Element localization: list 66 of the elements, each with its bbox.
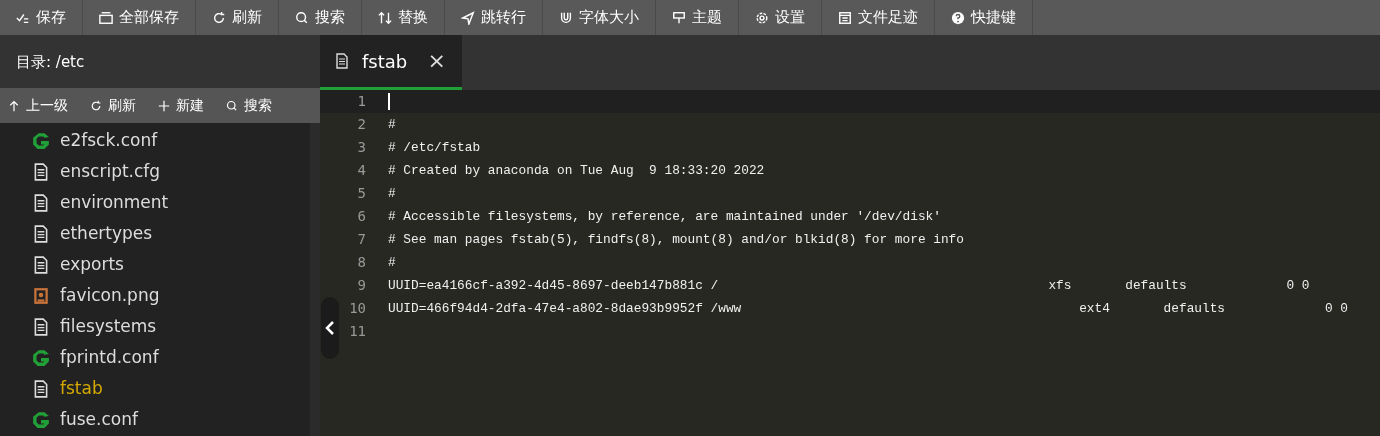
- config-file-icon: [32, 410, 50, 429]
- file-item[interactable]: fstab: [0, 373, 310, 404]
- code-line: # Accessible filesystems, by reference, are maintained under '/dev/disk': [388, 208, 941, 224]
- code-line: # Created by anaconda on Tue Aug 9 18:33:20 2022: [388, 162, 765, 178]
- line-number: 10: [349, 299, 366, 316]
- navigation-arrow-icon: [461, 10, 475, 25]
- line-number: 9: [357, 276, 366, 293]
- file-item[interactable]: fprintd.conf: [0, 342, 310, 373]
- line-number: 11: [349, 322, 366, 339]
- swap-arrows-icon: [378, 10, 392, 25]
- line-number: 7: [357, 230, 366, 247]
- file-item[interactable]: enscript.cfg: [0, 156, 310, 187]
- editor-tab[interactable]: fstab ×: [320, 35, 462, 90]
- line-number: 5: [357, 184, 366, 201]
- file-item[interactable]: ethertypes: [0, 218, 310, 249]
- document-icon: [32, 379, 50, 398]
- file-item[interactable]: fuse.conf: [0, 404, 310, 435]
- tray-icon: [99, 10, 113, 25]
- plus-icon: [158, 99, 170, 112]
- file-item[interactable]: environment: [0, 187, 310, 218]
- code-line: # See man pages fstab(5), findfs(8), mount(8) and/or blkid(8) for more info: [388, 231, 964, 247]
- code-line: UUID=ea4166cf-a392-4d45-8697-deeb147b881c / xfs defaults 0 0: [388, 277, 1310, 293]
- code-line: UUID=466f94d4-2dfa-47e4-a802-8dae93b9952f /www ext4 defaults 0 0: [388, 300, 1348, 316]
- refresh-icon: [212, 10, 226, 25]
- directory-path: 目录: /etc: [0, 35, 320, 88]
- line-number: 3: [357, 138, 366, 155]
- image-file-icon: [32, 286, 50, 305]
- sidebar-action-button[interactable]: 上一级: [0, 95, 76, 116]
- file-item[interactable]: favicon.png: [0, 280, 310, 311]
- text-cursor: [388, 93, 390, 111]
- file-item[interactable]: exports: [0, 249, 310, 280]
- line-number: 2: [357, 115, 366, 132]
- sidebar-action-button[interactable]: 新建: [150, 95, 212, 116]
- magnet-icon: [559, 10, 573, 25]
- document-icon: [32, 255, 50, 274]
- file-item[interactable]: filesystems: [0, 311, 310, 342]
- code-line: #: [388, 254, 396, 270]
- line-number: 6: [357, 207, 366, 224]
- document-icon: [334, 53, 350, 69]
- up-arrow-icon: [8, 99, 20, 112]
- scrollbar[interactable]: [310, 123, 320, 436]
- line-number: 4: [357, 161, 366, 178]
- calendar-icon: [838, 10, 852, 25]
- refresh-icon: [90, 99, 102, 112]
- chevron-left-icon: [325, 320, 335, 336]
- search-icon: [226, 99, 238, 112]
- help-icon: [951, 10, 965, 25]
- paint-roller-icon: [672, 10, 686, 25]
- config-file-icon: [32, 131, 50, 150]
- file-item[interactable]: e2fsck.conf: [0, 125, 310, 156]
- code-line: #: [388, 116, 396, 132]
- code-line: # /etc/fstab: [388, 139, 481, 155]
- line-number: 8: [357, 253, 366, 270]
- collapse-sidebar-button[interactable]: [321, 297, 339, 359]
- close-button[interactable]: ×: [427, 50, 446, 72]
- line-number: 1: [357, 92, 366, 109]
- settings-icon: [755, 10, 769, 25]
- sidebar-action-button[interactable]: 刷新: [82, 95, 144, 116]
- search-icon: [295, 10, 309, 25]
- code-line: #: [388, 185, 396, 201]
- sidebar-action-button[interactable]: 搜索: [218, 95, 280, 116]
- document-icon: [32, 224, 50, 243]
- document-icon: [32, 162, 50, 181]
- document-icon: [32, 317, 50, 336]
- config-file-icon: [32, 348, 50, 367]
- document-icon: [32, 193, 50, 212]
